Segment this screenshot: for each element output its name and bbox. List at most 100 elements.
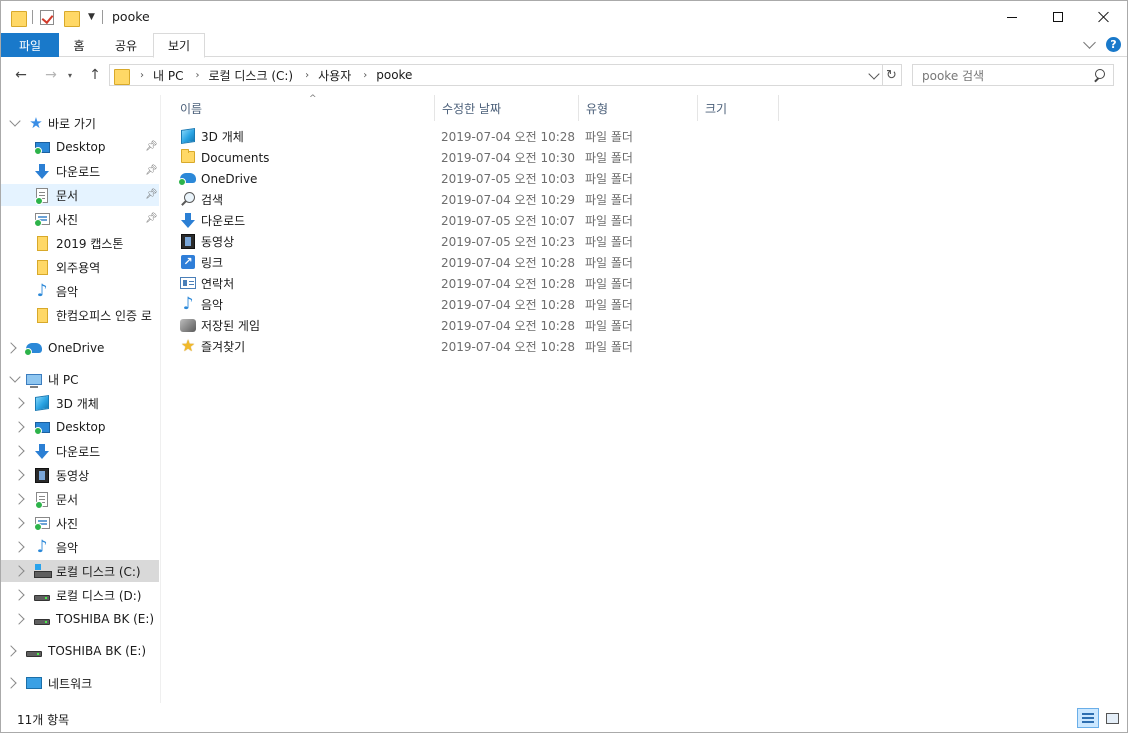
column-headers: 이름 ^ 수정한 날짜 유형 크기 [162,94,1127,121]
file-modified: 2019-07-04 오전 10:28 [441,298,576,312]
expand-chevron-icon[interactable] [13,589,25,601]
sidebar-item-local-disk-c[interactable]: 로컬 디스크 (C:) [1,560,159,582]
sidebar-item-label: 사진 [56,212,79,227]
table-row[interactable]: ↗ 링크 2019-07-04 오전 10:28 파일 폴더 [162,252,782,273]
sidebar-item-downloads[interactable]: 다운로드 📌︎ [1,160,159,182]
column-header-label: 이름 [180,101,203,116]
details-view-button[interactable] [1077,708,1099,728]
tab-view[interactable]: 보기 [153,33,205,58]
sidebar-item-pc-desktop[interactable]: Desktop [1,416,159,438]
sidebar-item-label: 한컴오피스 인증 로 [56,308,152,323]
folder-icon [34,259,50,275]
minimize-button[interactable] [989,1,1035,33]
column-header-modified[interactable]: 수정한 날짜 [435,95,579,121]
sidebar-item-quick-access[interactable]: ★ 바로 가기 [1,112,159,134]
table-row[interactable]: OneDrive 2019-07-05 오전 10:03 파일 폴더 [162,168,782,189]
sidebar-item-local-disk-d[interactable]: 로컬 디스크 (D:) [1,584,159,606]
expand-chevron-icon[interactable] [5,645,17,657]
table-row[interactable]: 다운로드 2019-07-05 오전 10:07 파일 폴더 [162,210,782,231]
sidebar-item-documents[interactable]: 문서 📌︎ [1,184,159,206]
sidebar-item-toshiba-e-pc[interactable]: TOSHIBA BK (E:) [1,608,159,630]
sidebar-item-pc-downloads[interactable]: 다운로드 [1,440,159,462]
close-button[interactable] [1081,1,1127,33]
sidebar-item-pc-videos[interactable]: 동영상 [1,464,159,486]
expand-ribbon-chevron-icon[interactable] [1083,36,1096,49]
expand-chevron-icon[interactable] [13,565,25,577]
breadcrumb-separator[interactable]: › [305,70,309,81]
sidebar-item-this-pc[interactable]: 내 PC [1,368,159,390]
tab-file[interactable]: 파일 [1,33,59,57]
tab-share[interactable]: 공유 [101,33,151,57]
refresh-button[interactable]: ↻ [882,64,902,86]
pin-icon[interactable]: 📌︎ [145,166,158,176]
sidebar-item-pc-documents[interactable]: 문서 [1,488,159,510]
sidebar-item-outsourcing[interactable]: 외주용역 [1,256,159,278]
expand-chevron-icon[interactable] [13,421,25,433]
recent-locations-dropdown[interactable]: ▾ [64,65,76,85]
search-input[interactable]: pooke 검색 [912,64,1114,86]
column-header-size[interactable]: 크기 [698,95,779,121]
sidebar-item-desktop[interactable]: Desktop 📌︎ [1,136,159,158]
table-row[interactable]: ♪ 음악 2019-07-04 오전 10:28 파일 폴더 [162,294,782,315]
breadcrumb-separator[interactable]: › [140,70,144,81]
expand-chevron-icon[interactable] [13,397,25,409]
sidebar-item-pictures[interactable]: 사진 📌︎ [1,208,159,230]
pin-icon[interactable]: 📌︎ [145,142,158,152]
up-button[interactable]: ↑ [85,65,105,85]
sidebar-item-3d-objects[interactable]: 3D 개체 [1,392,159,414]
details-view-icon [1082,713,1094,723]
pin-icon[interactable]: 📌︎ [145,214,158,224]
sidebar-item-pc-pictures[interactable]: 사진 [1,512,159,534]
sidebar-item-label: 2019 캡스톤 [56,236,124,251]
table-row[interactable]: 저장된 게임 2019-07-04 오전 10:28 파일 폴더 [162,315,782,336]
sidebar-item-2019-capstone[interactable]: 2019 캡스톤 [1,232,159,254]
properties-icon[interactable] [40,9,54,25]
table-row[interactable]: 동영상 2019-07-05 오전 10:23 파일 폴더 [162,231,782,252]
sidebar-item-toshiba-e[interactable]: TOSHIBA BK (E:) [1,640,159,662]
breadcrumb-separator[interactable]: › [195,70,199,81]
large-icons-view-button[interactable] [1101,708,1123,728]
table-row[interactable]: 검색 2019-07-04 오전 10:29 파일 폴더 [162,189,782,210]
tab-home[interactable]: 홈 [59,33,99,57]
breadcrumb-users[interactable]: 사용자 [318,67,351,84]
sidebar-item-hancom-office[interactable]: 한컴오피스 인증 로 [1,304,159,326]
file-type: 파일 폴더 [585,214,633,228]
column-header-name[interactable]: 이름 ^ [173,94,435,121]
customize-toolbar-dropdown[interactable]: ▼ [88,12,95,22]
maximize-button[interactable] [1035,1,1081,33]
address-bar[interactable]: › 내 PC › 로컬 디스크 (C:) › 사용자 › pooke [109,64,883,86]
sidebar-item-pc-music[interactable]: ♪ 음악 [1,536,159,558]
help-icon[interactable]: ? [1106,37,1121,52]
address-history-chevron-icon[interactable] [868,68,880,80]
expand-chevron-icon[interactable] [13,445,25,457]
column-header-type[interactable]: 유형 [579,95,698,121]
file-type: 파일 폴더 [585,151,633,165]
folder-icon[interactable] [11,10,27,27]
breadcrumb-separator[interactable]: › [363,70,367,81]
breadcrumb-this-pc[interactable]: 내 PC [153,67,183,84]
expand-chevron-icon[interactable] [13,541,25,553]
table-row[interactable]: 3D 개체 2019-07-04 오전 10:28 파일 폴더 [162,126,782,147]
expand-chevron-icon[interactable] [13,493,25,505]
3d-objects-icon [180,128,196,144]
table-row[interactable]: Documents 2019-07-04 오전 10:30 파일 폴더 [162,147,782,168]
expand-chevron-icon[interactable] [9,371,21,383]
sidebar-item-network[interactable]: 네트워크 [1,672,159,694]
expand-chevron-icon[interactable] [5,677,17,689]
breadcrumb-pooke[interactable]: pooke [376,68,412,82]
expand-chevron-icon[interactable] [5,342,17,354]
pin-icon[interactable]: 📌︎ [145,190,158,200]
sidebar-item-label: 바로 가기 [48,116,96,131]
expand-chevron-icon[interactable] [13,517,25,529]
expand-chevron-icon[interactable] [13,613,25,625]
table-row[interactable]: ★ 즐겨찾기 2019-07-04 오전 10:28 파일 폴더 [162,336,782,357]
back-button[interactable]: ← [11,65,31,85]
expand-chevron-icon[interactable] [9,115,21,127]
sidebar-item-onedrive[interactable]: OneDrive [1,337,159,359]
expand-chevron-icon[interactable] [13,469,25,481]
table-row[interactable]: 연락처 2019-07-04 오전 10:28 파일 폴더 [162,273,782,294]
breadcrumb-local-disk-c[interactable]: 로컬 디스크 (C:) [208,67,293,84]
new-folder-icon[interactable] [64,10,80,27]
sidebar-item-music[interactable]: ♪ 음악 [1,280,159,302]
forward-button[interactable]: → [41,65,61,85]
